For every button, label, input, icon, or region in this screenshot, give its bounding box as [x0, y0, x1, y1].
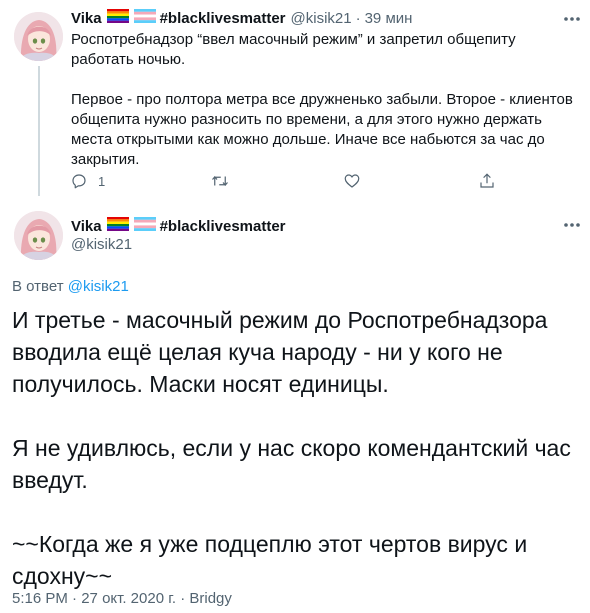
tweet-text: И третье - масочный режим до Роспотребна…: [12, 304, 582, 592]
retweet-button[interactable]: [210, 172, 343, 190]
separator-dot: ·: [72, 590, 78, 607]
tweet-paragraph: Я не удивлюсь, если у нас скоро комендан…: [12, 435, 571, 493]
user-handle[interactable]: @kisik21: [291, 10, 352, 27]
reply-prefix: В ответ: [12, 278, 64, 295]
like-icon: [343, 172, 361, 190]
tweet-header: Vika #blacklivesmatter @kisik21 · 39 мин: [71, 9, 412, 27]
avatar[interactable]: [14, 211, 63, 260]
display-name[interactable]: Vika: [71, 10, 102, 27]
avatar-image: [14, 211, 63, 260]
separator-dot: ·: [355, 9, 361, 27]
tweet-actions: 1: [70, 172, 510, 190]
retweet-icon: [210, 172, 230, 190]
tweet-paragraph: ~~Когда же я уже подцеплю этот чертов ви…: [12, 531, 528, 589]
reply-count: 1: [98, 173, 106, 189]
hashtag-link[interactable]: #blacklivesmatter: [160, 218, 286, 235]
tweet-paragraph: И третье - масочный режим до Роспотребна…: [12, 307, 548, 397]
tweet-parent[interactable]: Vika #blacklivesmatter @kisik21 · 39 мин…: [0, 0, 590, 200]
tweet-paragraph: Роспотребнадзор “ввел масочный режим” и …: [71, 31, 516, 68]
tweet-time[interactable]: 39 мин: [365, 10, 413, 27]
transgender-flag-icon: [133, 9, 156, 27]
tweet-source: Bridgy: [189, 590, 232, 607]
avatar[interactable]: [14, 12, 63, 61]
tweet-header: Vika #blacklivesmatter: [71, 217, 286, 235]
share-button[interactable]: [478, 172, 508, 190]
tweet-date[interactable]: 27 окт. 2020 г.: [81, 590, 176, 607]
reply-context: В ответ @kisik21: [12, 278, 129, 295]
tweet-text: Роспотребнадзор “ввел масочный режим” и …: [71, 30, 581, 170]
like-button[interactable]: [343, 172, 478, 190]
tweet-time[interactable]: 5:16 PM: [12, 590, 68, 607]
avatar-image: [14, 12, 63, 61]
more-icon[interactable]: [561, 218, 583, 232]
handle-row: @kisik21: [71, 236, 132, 253]
more-icon[interactable]: [561, 12, 583, 26]
tweet-meta: 5:16 PM · 27 окт. 2020 г. · Bridgy: [12, 590, 232, 607]
reply-icon: [70, 172, 88, 190]
transgender-flag-icon: [133, 217, 156, 235]
user-handle[interactable]: @kisik21: [71, 236, 132, 253]
separator-dot: ·: [180, 590, 186, 607]
thread-line: [38, 66, 40, 196]
hashtag-link[interactable]: #blacklivesmatter: [160, 10, 286, 27]
tweet-paragraph: Первое - про полтора метра все дружненьк…: [71, 91, 573, 168]
reply-button[interactable]: 1: [70, 172, 210, 190]
share-icon: [478, 172, 496, 190]
reply-mention-link[interactable]: @kisik21: [68, 278, 129, 295]
rainbow-flag-icon: [106, 217, 129, 235]
display-name[interactable]: Vika: [71, 218, 102, 235]
rainbow-flag-icon: [106, 9, 129, 27]
